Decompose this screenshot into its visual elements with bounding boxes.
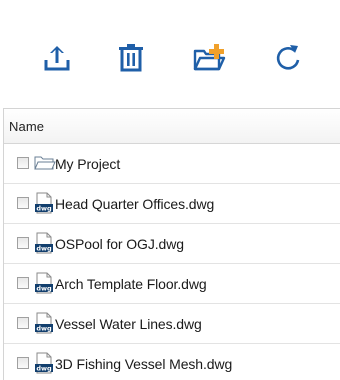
item-name: OSPool for OGJ.dwg (55, 236, 184, 252)
list-item[interactable]: dwg Vessel Water Lines.dwg (4, 304, 340, 344)
upload-icon (44, 46, 70, 71)
item-name: Arch Template Floor.dwg (55, 276, 207, 292)
file-browser-panel: Name My Project dwg Head Quarter Offices… (0, 0, 340, 380)
row-checkbox[interactable] (17, 197, 29, 209)
row-checkbox[interactable] (17, 237, 29, 249)
item-name: My Project (55, 156, 121, 172)
column-header-name[interactable]: Name (4, 109, 340, 144)
refresh-icon (276, 45, 300, 70)
file-list: Name My Project dwg Head Quarter Offices… (3, 108, 340, 380)
row-checkbox[interactable] (17, 317, 29, 329)
column-header-label: Name (9, 119, 45, 134)
svg-text:dwg: dwg (36, 245, 52, 253)
new-folder-icon (193, 44, 226, 71)
dwg-file-icon: dwg (35, 232, 53, 254)
folder-icon (34, 156, 56, 170)
refresh-button[interactable] (268, 38, 308, 78)
item-name: Head Quarter Offices.dwg (55, 196, 215, 212)
svg-text:dwg: dwg (36, 285, 52, 293)
list-item[interactable]: dwg 3D Fishing Vessel Mesh.dwg (4, 344, 340, 380)
list-item[interactable]: dwg OSPool for OGJ.dwg (4, 224, 340, 264)
list-item[interactable]: dwg Arch Template Floor.dwg (4, 264, 340, 304)
upload-button[interactable] (37, 38, 77, 78)
row-checkbox[interactable] (17, 357, 29, 369)
list-item[interactable]: dwg Head Quarter Offices.dwg (4, 184, 340, 224)
list-item[interactable]: My Project (4, 144, 340, 184)
toolbar (0, 0, 340, 108)
delete-button[interactable] (111, 38, 151, 78)
row-checkbox[interactable] (17, 157, 29, 169)
svg-text:dwg: dwg (36, 205, 52, 213)
trash-icon (119, 44, 143, 72)
row-checkbox[interactable] (17, 277, 29, 289)
new-folder-button[interactable] (190, 38, 230, 78)
dwg-file-icon: dwg (35, 312, 53, 334)
item-name: 3D Fishing Vessel Mesh.dwg (55, 356, 233, 372)
svg-text:dwg: dwg (36, 325, 52, 333)
svg-text:dwg: dwg (36, 365, 52, 373)
item-name: Vessel Water Lines.dwg (55, 316, 202, 332)
dwg-file-icon: dwg (35, 272, 53, 294)
dwg-file-icon: dwg (35, 192, 53, 214)
dwg-file-icon: dwg (35, 352, 53, 374)
